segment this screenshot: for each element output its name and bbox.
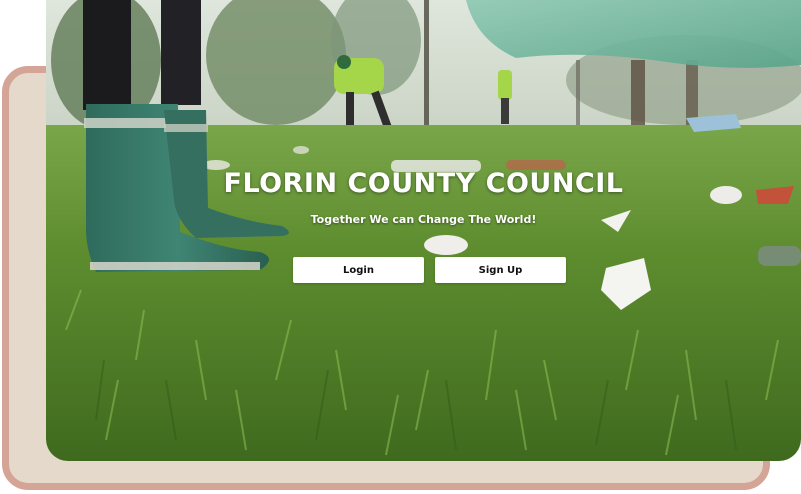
tagline: Together We can Change The World!: [310, 213, 537, 226]
sign-up-button[interactable]: Sign Up: [435, 257, 566, 283]
login-button[interactable]: Login: [293, 257, 424, 283]
page: FLORIN COUNTY COUNCIL Together We can Ch…: [0, 0, 801, 494]
hero-content: FLORIN COUNTY COUNCIL Together We can Ch…: [46, 0, 801, 461]
hero-section: FLORIN COUNTY COUNCIL Together We can Ch…: [46, 0, 801, 461]
page-title: FLORIN COUNTY COUNCIL: [223, 168, 624, 199]
